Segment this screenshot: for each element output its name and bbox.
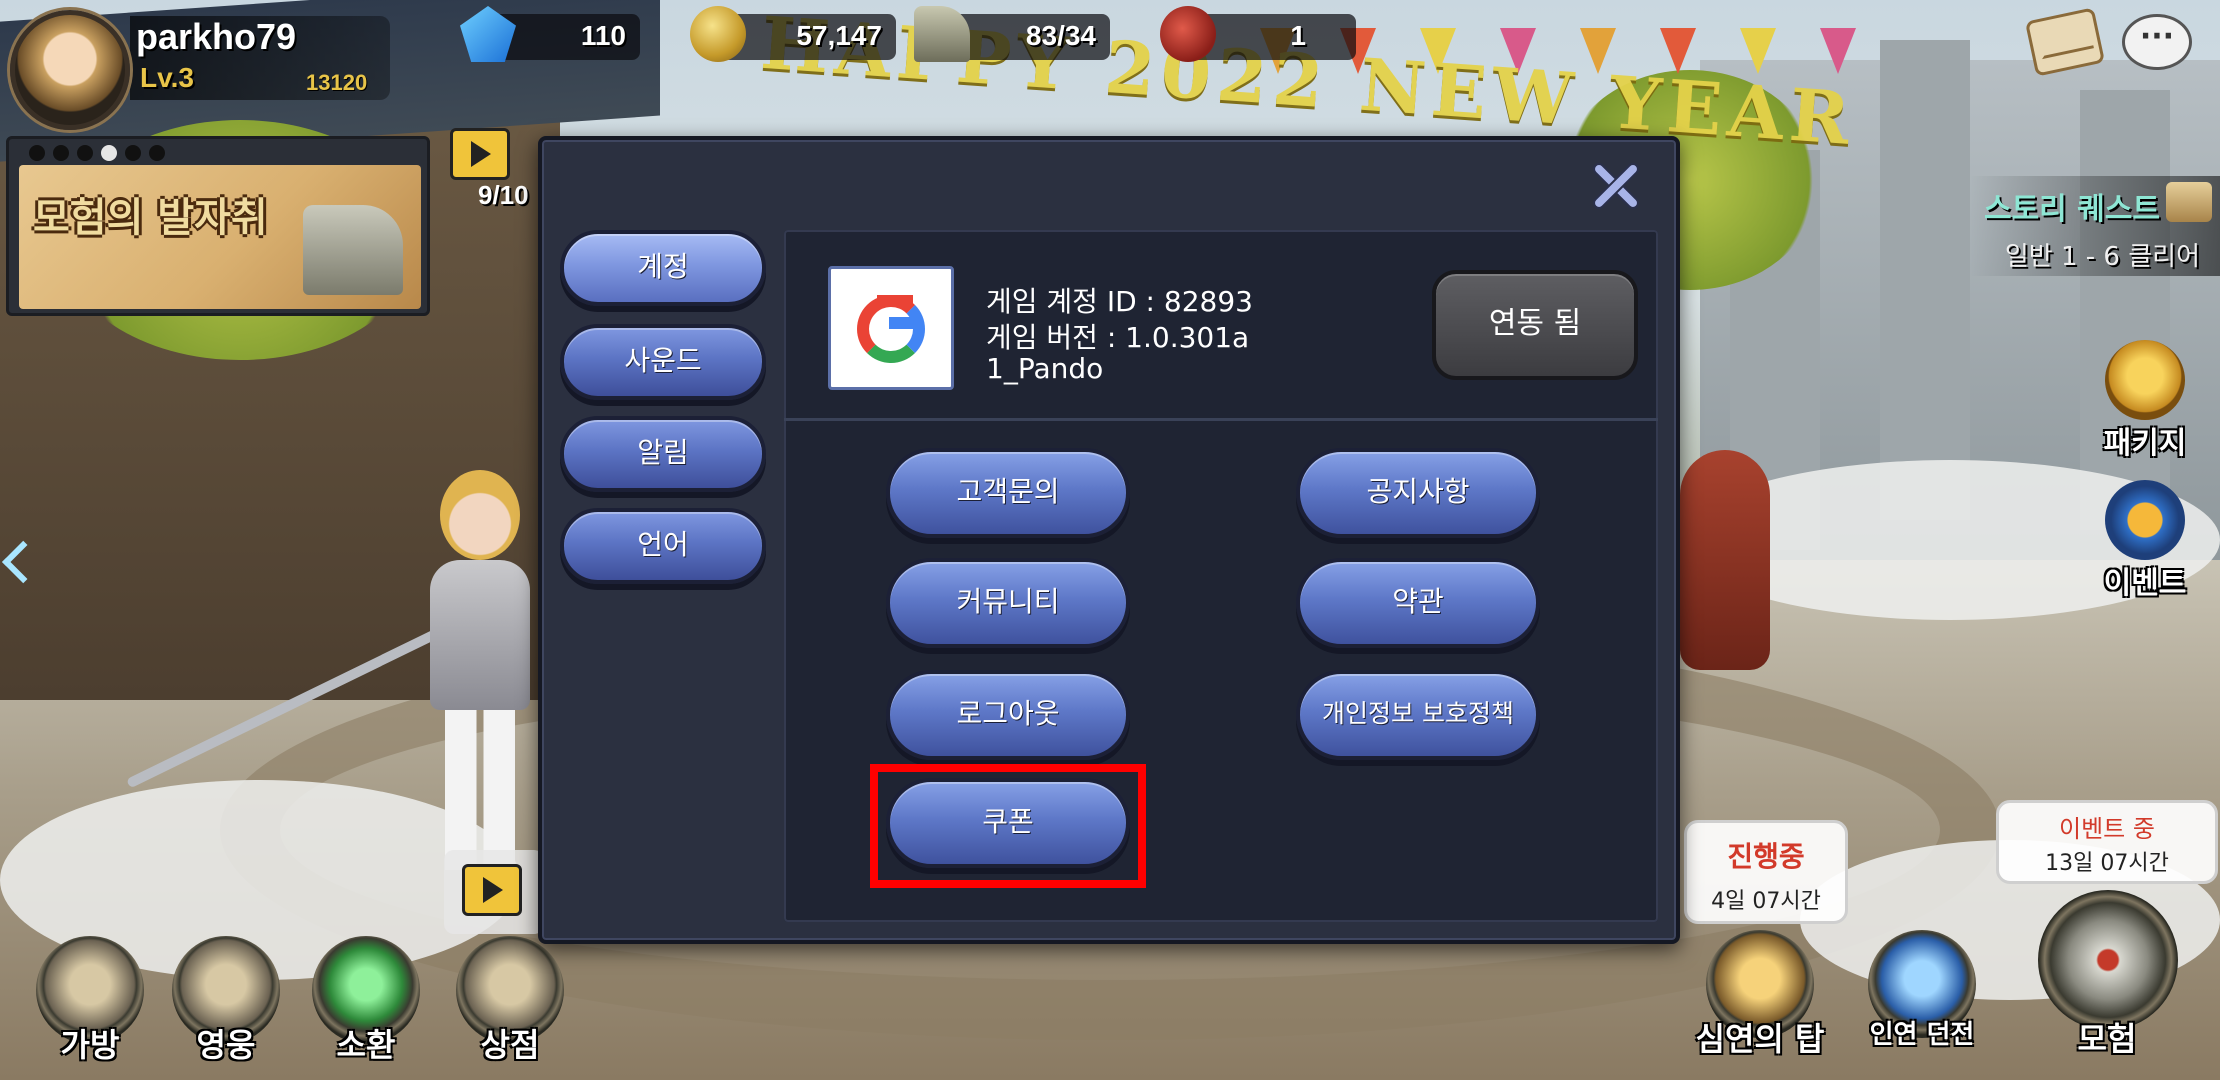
- player-name: parkho79: [136, 16, 297, 57]
- gold-value: 57,147: [796, 20, 882, 51]
- event-banner[interactable]: 모험의 발자취: [6, 136, 430, 316]
- video-ad-icon: [462, 864, 522, 916]
- terms-button[interactable]: 약관: [1296, 558, 1540, 648]
- banner-pagination: [29, 145, 165, 161]
- shop-label: 상점: [480, 1026, 540, 1064]
- privacy-policy-button[interactable]: 개인정보 보호정책: [1296, 670, 1540, 760]
- game-version: 게임 버전 : 1.0.301a: [986, 321, 1250, 354]
- tab-notification[interactable]: 알림: [560, 416, 766, 492]
- video-ad-icon: [450, 128, 510, 180]
- compass-icon: [2038, 890, 2178, 1030]
- linked-button[interactable]: 연동 됨: [1432, 270, 1638, 380]
- chevron-left-icon[interactable]: [0, 520, 30, 600]
- meat-icon: [1160, 6, 1216, 62]
- player-avatar[interactable]: [10, 10, 130, 130]
- event-button[interactable]: 이벤트: [2090, 480, 2200, 601]
- summon-button[interactable]: 소환: [306, 936, 426, 1076]
- customer-support-button[interactable]: 고객문의: [886, 448, 1130, 538]
- event-status-bubble: 이벤트 중 13일 07시간: [1996, 800, 2218, 884]
- castle-tower: [2080, 90, 2170, 530]
- notice-button[interactable]: 공지사항: [1296, 448, 1540, 538]
- bond-dungeon-button[interactable]: 인연 던전: [1862, 930, 1982, 1070]
- event-banner-art: 모험의 발자취: [19, 165, 421, 309]
- coupon-highlight-box: [870, 764, 1146, 888]
- account-id: 게임 계정 ID : 82893: [986, 285, 1253, 318]
- tab-language[interactable]: 언어: [560, 508, 766, 584]
- story-quest-title: 스토리 퀘스트: [1983, 192, 2160, 227]
- bag-button[interactable]: 가방: [30, 936, 150, 1076]
- event-status: 이벤트 중: [2059, 815, 2155, 843]
- community-button[interactable]: 커뮤니티: [886, 558, 1130, 648]
- scroll-icon: [2166, 182, 2212, 222]
- hero-button[interactable]: 영웅: [166, 936, 286, 1076]
- star-icon: [2105, 480, 2185, 560]
- story-quest-panel[interactable]: 스토리 퀘스트 일반 1 - 6 클리어: [1970, 176, 2220, 276]
- tab-sound[interactable]: 사운드: [560, 324, 766, 400]
- package-label: 패키지: [2103, 426, 2187, 461]
- boot-icon: [914, 6, 970, 62]
- bond-dungeon-label: 인연 던전: [1869, 1020, 1975, 1050]
- shop-button[interactable]: 상점: [450, 936, 570, 1076]
- chat-icon[interactable]: ···: [2122, 14, 2192, 70]
- ad-count-text: 9/10: [478, 180, 529, 210]
- crown-icon: [2105, 340, 2185, 420]
- summon-label: 소환: [336, 1026, 396, 1064]
- hero-character: [400, 470, 560, 870]
- player-exp: 13120: [306, 70, 368, 95]
- event-time: 13일 07시간: [2045, 851, 2169, 876]
- tower-status: 진행중: [1727, 840, 1805, 873]
- adventure-label: 모험: [2077, 1020, 2137, 1058]
- bag-label: 가방: [60, 1026, 120, 1064]
- event-label: 이벤트: [2103, 566, 2187, 601]
- boot-icon: [303, 205, 403, 295]
- story-quest-progress: 일반 1 - 6 클리어: [2004, 242, 2200, 272]
- gem-value: 110: [580, 20, 626, 51]
- build-name: 1_Pando: [986, 352, 1104, 385]
- package-button[interactable]: 패키지: [2090, 340, 2200, 461]
- abyss-tower-label: 심연의 탑: [1695, 1020, 1825, 1058]
- castle-tower: [1880, 40, 1970, 520]
- npc-character: [1680, 450, 1770, 690]
- google-account-badge: [828, 266, 954, 390]
- meat-value: 1: [1290, 20, 1306, 51]
- tower-status-bubble: 진행중 4일 07시간: [1684, 820, 1848, 924]
- gold-coin-icon: [690, 6, 746, 62]
- stamina-value: 83/34: [1025, 20, 1096, 51]
- google-icon: [857, 295, 925, 363]
- player-level: Lv.3: [140, 62, 194, 93]
- divider: [784, 418, 1658, 421]
- hero-label: 영웅: [196, 1026, 256, 1064]
- video-ad-button[interactable]: [444, 850, 544, 934]
- tower-time: 4일 07시간: [1711, 889, 1821, 914]
- tab-account[interactable]: 계정: [560, 230, 766, 306]
- adventure-button[interactable]: 모험: [2032, 890, 2182, 1058]
- logout-button[interactable]: 로그아웃: [886, 670, 1130, 760]
- abyss-tower-button[interactable]: 심연의 탑: [1696, 930, 1824, 1070]
- event-banner-title: 모험의 발자취: [33, 195, 268, 241]
- close-icon[interactable]: [1580, 150, 1652, 222]
